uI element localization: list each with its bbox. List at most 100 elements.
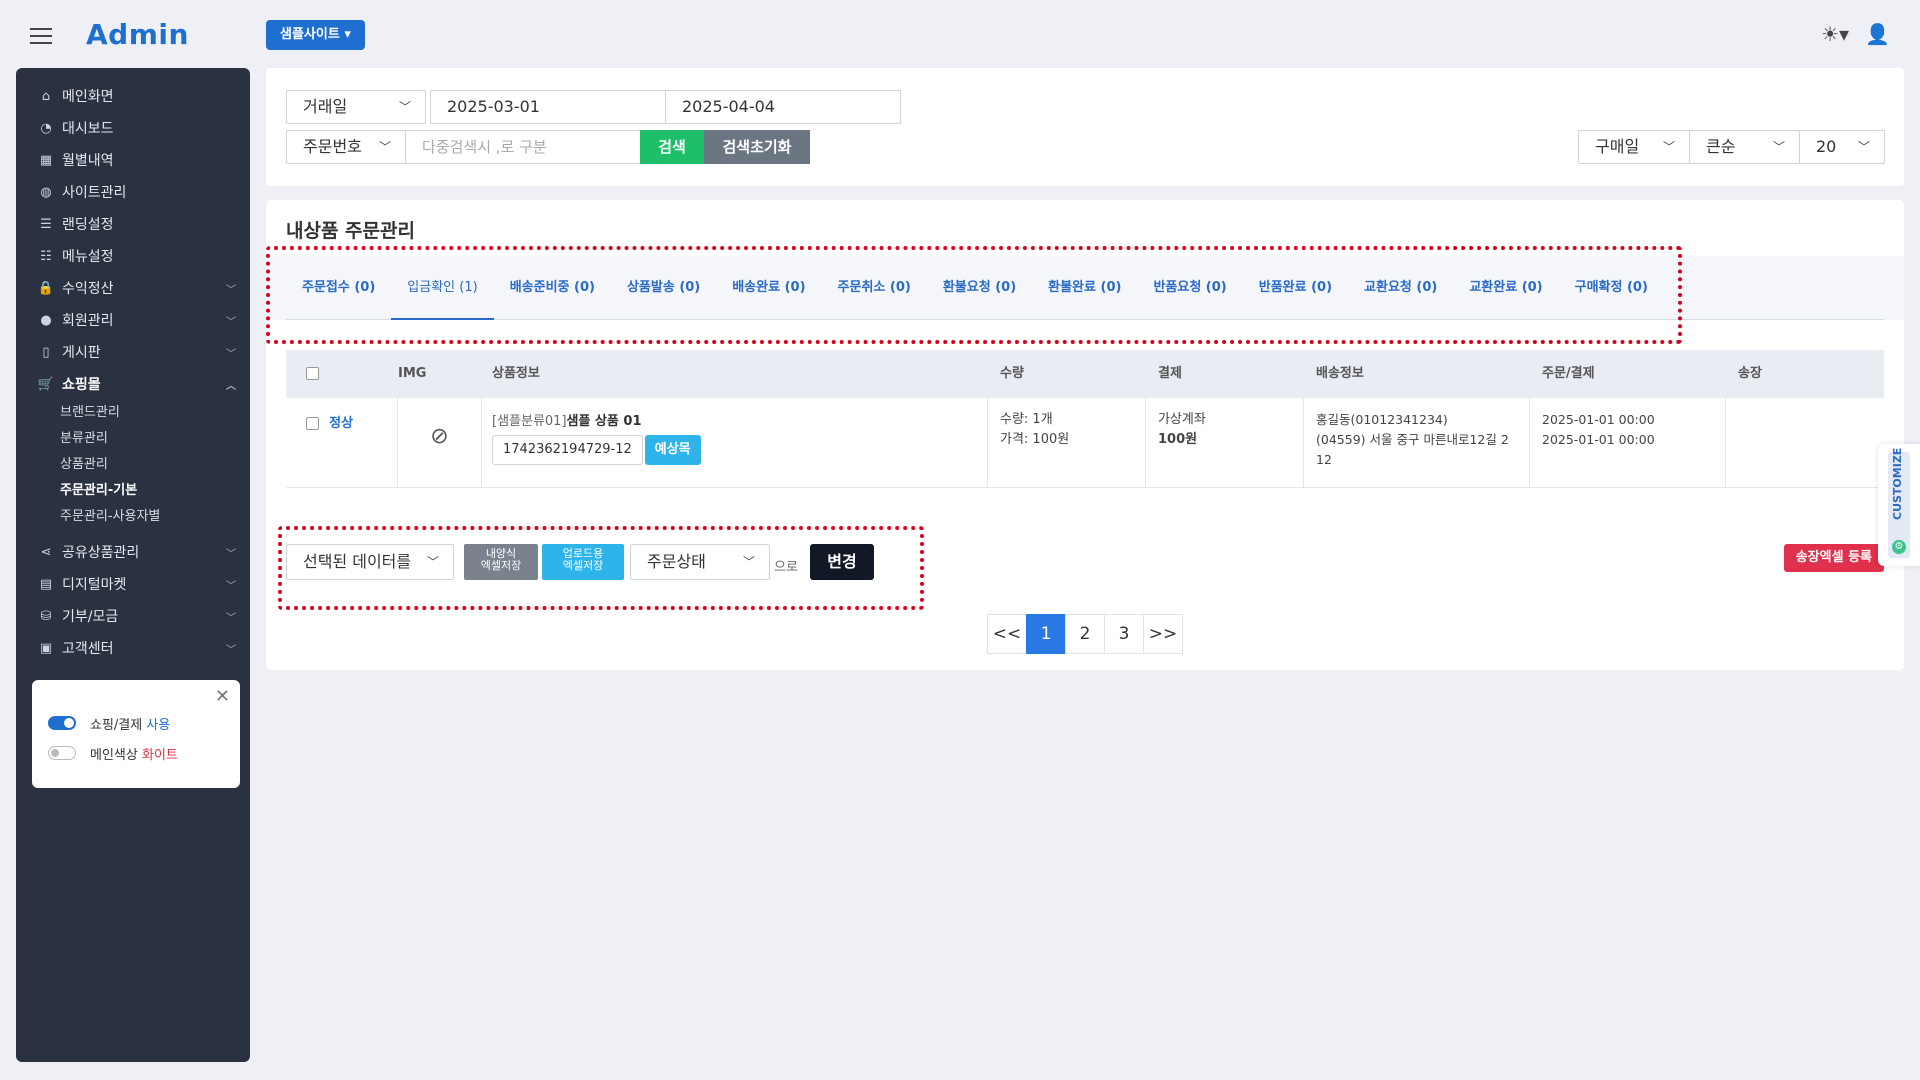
sidebar-item-menu[interactable]: ☷ 메뉴설정 <box>16 240 250 272</box>
page-3[interactable]: 3 <box>1104 614 1144 654</box>
table-header: IMG 상품정보 수량 결제 배송정보 주문/결제 송장 <box>286 350 1884 398</box>
tab-exchange-request[interactable]: 교환요청 (0) <box>1348 256 1453 320</box>
setting-value: 화이트 <box>141 747 178 763</box>
tab-refund-done[interactable]: 환불완료 (0) <box>1032 256 1137 320</box>
sidebar-item-board[interactable]: ▯ 게시판 ﹀ <box>16 336 250 368</box>
row-pay-col: 가상계좌 100원 <box>1146 398 1304 487</box>
tab-exchange-done[interactable]: 교환완료 (0) <box>1453 256 1558 320</box>
tab-delivered[interactable]: 배송완료 (0) <box>716 256 821 320</box>
filter-card: 거래일 ﹀ 2025-03-01 2025-04-04 주문번호 ﹀ 다중검색시 ,… <box>266 68 1904 186</box>
briefcase-icon: ▣ <box>39 640 53 656</box>
sidebar-sub-order-basic[interactable]: 주문관리-기본 <box>16 478 250 504</box>
header-info: 상품정보 <box>492 366 540 381</box>
bulk-select[interactable]: 선택된 데이터를 ﹀ <box>286 544 454 580</box>
shop-pay-toggle[interactable] <box>48 716 76 730</box>
sidebar-sub-brand[interactable]: 브랜드관리 <box>16 400 250 426</box>
change-button[interactable]: 변경 <box>810 544 874 580</box>
sidebar-item-digital[interactable]: ▤ 디지털마켓 ﹀ <box>16 568 250 600</box>
site-select-button[interactable]: 샘플사이트 ▾ <box>266 20 365 50</box>
gear-icon: ⚙ <box>1892 540 1906 554</box>
reserve-button[interactable]: 예상목 <box>644 435 701 465</box>
clipboard-icon: ▯ <box>42 344 50 360</box>
tab-refund-request[interactable]: 환불요청 (0) <box>927 256 1032 320</box>
sidebar-sub-order-user[interactable]: 주문관리-사용자별 <box>16 504 250 530</box>
order-no-line: 1742362194729-12 예상목 <box>492 435 987 465</box>
sidebar-item-members[interactable]: ● 회원관리 ﹀ <box>16 304 250 336</box>
user-icon[interactable]: 👤 <box>1865 22 1890 46</box>
tab-order-received[interactable]: 주문접수 (0) <box>286 256 391 320</box>
order-status-select[interactable]: 주문상태 ﹀ <box>630 544 770 580</box>
qty-text: 수량: 1개 <box>1000 412 1053 427</box>
ship-address-2: 12 <box>1316 452 1332 467</box>
search-button[interactable]: 검색 <box>640 130 704 164</box>
sidebar-item-landing[interactable]: ☰ 랜딩설정 <box>16 208 250 240</box>
tab-preparing[interactable]: 배송준비중 (0) <box>494 256 611 320</box>
no-image-icon: ⊘ <box>430 424 449 449</box>
excel-upload-format-button[interactable]: 업로드용 엑셀저장 <box>542 544 624 580</box>
cart-icon: 🛒 <box>37 376 55 392</box>
ship-name: 홍길동(01012341234) <box>1316 412 1448 427</box>
sidebar-item-donation[interactable]: ⛁ 기부/모금 ﹀ <box>16 600 250 632</box>
tab-cancelled[interactable]: 주문취소 (0) <box>822 256 927 320</box>
status-suffix: 으로 <box>774 560 798 575</box>
tab-shipped[interactable]: 상품발송 (0) <box>611 256 716 320</box>
excel-my-format-button[interactable]: 내양식 엑셀저장 <box>464 544 538 580</box>
chevron-down-icon: ﹀ <box>1662 140 1675 154</box>
pagination: << 1 2 3 >> <box>987 614 1183 654</box>
sidebar-item-dashboard[interactable]: ◔ 대시보드 <box>16 112 250 144</box>
chevron-down-icon: ﹀ <box>226 349 236 360</box>
page-1[interactable]: 1 <box>1026 614 1066 654</box>
sidebar-item-monthly[interactable]: ▦ 월별내역 <box>16 144 250 176</box>
row-check-col: 정상 <box>286 398 398 487</box>
sidebar-item-main[interactable]: ⌂ 메인화면 <box>16 80 250 112</box>
sort-field-select[interactable]: 구매일 ﹀ <box>1578 130 1690 164</box>
table-row: 정상 ⊘ [샘플분류01]샘플 상품 01 1742362194729-12 예상… <box>286 398 1884 488</box>
header-pay: 결제 <box>1158 366 1182 381</box>
ship-address-1: (04559) 서울 중구 마른내로12길 2 <box>1316 432 1509 447</box>
sidebar-item-revenue[interactable]: 🔒 수익정산 ﹀ <box>16 272 250 304</box>
sidebar-item-shop[interactable]: 🛒 쇼핑몰 ︿ <box>16 368 250 400</box>
user-icon: ● <box>40 312 52 328</box>
date-to-input[interactable]: 2025-04-04 <box>665 90 901 124</box>
page-first[interactable]: << <box>987 614 1027 654</box>
tab-return-done[interactable]: 반품완료 (0) <box>1243 256 1348 320</box>
main-color-toggle[interactable] <box>48 746 76 760</box>
chevron-down-icon: ﹀ <box>226 613 236 624</box>
sort-order-select[interactable]: 큰순 ﹀ <box>1689 130 1800 164</box>
sidebar-item-shared[interactable]: ⋖ 공유상품관리 ﹀ <box>16 536 250 568</box>
date-from-input[interactable]: 2025-03-01 <box>430 90 666 124</box>
hamburger-menu-icon[interactable] <box>30 28 52 44</box>
sidebar-sub-product[interactable]: 상품관리 <box>16 452 250 478</box>
sidebar-item-site[interactable]: ◍ 사이트관리 <box>16 176 250 208</box>
order-number-field[interactable]: 1742362194729-12 <box>492 435 643 465</box>
reset-button[interactable]: 검색초기화 <box>704 130 810 164</box>
tab-return-request[interactable]: 반품요청 (0) <box>1137 256 1242 320</box>
search-input[interactable]: 다중검색시 ,로 구분 <box>405 130 641 164</box>
row-checkbox[interactable] <box>306 417 319 430</box>
page-size-select[interactable]: 20 ﹀ <box>1799 130 1885 164</box>
close-icon[interactable]: ✕ <box>215 686 230 707</box>
select-all-checkbox[interactable] <box>306 367 319 380</box>
sidebar-sub-category[interactable]: 분류관리 <box>16 426 250 452</box>
chevron-down-icon: ﹀ <box>426 555 439 569</box>
search-field-select[interactable]: 주문번호 ﹀ <box>286 130 406 164</box>
page-last[interactable]: >> <box>1143 614 1183 654</box>
customize-panel-toggle[interactable]: CUSTOMIZE ⚙ <box>1878 444 1920 566</box>
product-name[interactable]: 샘플 상품 01 <box>567 414 642 429</box>
date-type-select[interactable]: 거래일 ﹀ <box>286 90 426 124</box>
sidebar-item-support[interactable]: ▣ 고객센터 ﹀ <box>16 632 250 664</box>
invoice-excel-button[interactable]: 송장엑셀 등록 <box>1783 544 1884 572</box>
share-icon: ⋖ <box>40 544 52 560</box>
row-status-link[interactable]: 정상 <box>329 416 353 431</box>
sun-icon[interactable]: ☀▾ <box>1821 22 1849 46</box>
row-date-col: 2025-01-01 00:00 2025-01-01 00:00 <box>1530 398 1726 487</box>
customize-inner: CUSTOMIZE ⚙ <box>1888 448 1910 558</box>
page-2[interactable]: 2 <box>1065 614 1105 654</box>
setting-row-shop-pay: 쇼핑/결제 사용 <box>48 708 224 738</box>
tab-payment-confirmed[interactable]: 입금확인 (1) <box>391 256 494 320</box>
order-main-card: 내상품 주문관리 주문접수 (0) 입금확인 (1) 배송준비중 (0) 상품발… <box>266 200 1904 670</box>
tab-purchase-confirmed[interactable]: 구매확정 (0) <box>1559 256 1664 320</box>
coins-icon: ⛁ <box>40 608 52 624</box>
logo[interactable]: Admin <box>86 18 189 51</box>
row-invoice-col <box>1726 398 1884 487</box>
